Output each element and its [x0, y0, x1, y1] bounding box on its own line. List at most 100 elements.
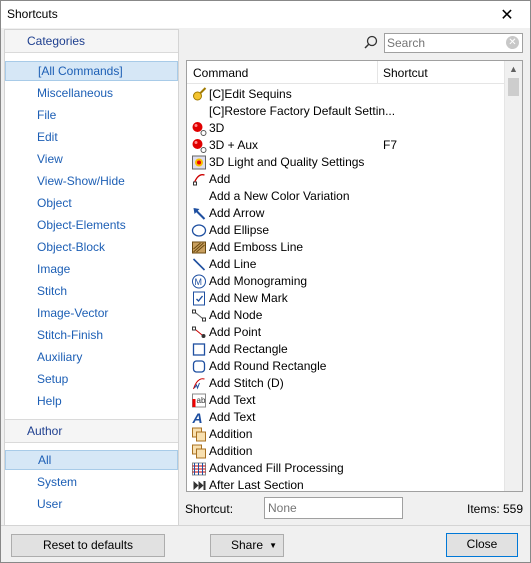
command-row[interactable]: After Last Section	[187, 477, 505, 492]
title-bar: Shortcuts ✕	[1, 1, 530, 28]
command-row[interactable]: Add a New Color Variation	[187, 188, 505, 205]
command-row[interactable]: A Add Text	[187, 409, 505, 426]
share-button[interactable]: Share ▼	[210, 534, 284, 557]
author-item[interactable]: System	[5, 472, 178, 492]
category-item[interactable]: Help	[5, 391, 178, 411]
dropdown-arrow-icon[interactable]: ▼	[269, 535, 277, 556]
ellipse-icon	[191, 224, 207, 237]
author-header: Author	[5, 419, 178, 443]
category-item[interactable]: [All Commands]	[5, 61, 178, 81]
command-row[interactable]: 3D	[187, 120, 505, 137]
author-item[interactable]: All	[5, 450, 178, 470]
command-row[interactable]: Add Round Rectangle	[187, 358, 505, 375]
shortcut-field[interactable]	[264, 497, 403, 519]
command-row[interactable]: Add Stitch (D)	[187, 375, 505, 392]
reset-defaults-button[interactable]: Reset to defaults	[11, 534, 165, 557]
category-label: View	[37, 152, 63, 166]
shortcuts-dialog: Shortcuts ✕ Categories [All Commands] Mis…	[0, 0, 531, 563]
skip-end-icon	[193, 481, 206, 490]
fill-processing-icon	[192, 462, 206, 476]
command-row[interactable]: Add Ellipse	[187, 222, 505, 239]
command-row[interactable]: 3D Light and Quality Settings	[187, 154, 505, 171]
vertical-scrollbar[interactable]: ▲	[504, 61, 522, 491]
svg-text:ab: ab	[197, 396, 206, 405]
command-name: Add Stitch (D)	[209, 376, 284, 390]
node-icon	[192, 309, 206, 322]
category-item[interactable]: Edit	[5, 127, 178, 147]
command-row[interactable]: Add Line	[187, 256, 505, 273]
command-row[interactable]: Add Node	[187, 307, 505, 324]
command-row[interactable]: 3D + Aux F7	[187, 137, 505, 154]
command-row[interactable]: Add Rectangle	[187, 341, 505, 358]
command-row[interactable]: Addition	[187, 426, 505, 443]
category-item[interactable]: Object-Elements	[5, 215, 178, 235]
command-row[interactable]: M Add Monograming	[187, 273, 505, 290]
category-item[interactable]: View-Show/Hide	[5, 171, 178, 191]
category-item[interactable]: Object	[5, 193, 178, 213]
red-ball-icon	[192, 139, 207, 153]
shortcut-label: Shortcut:	[185, 502, 234, 516]
footer: Reset to defaults Share ▼ Close	[1, 525, 530, 563]
scroll-thumb[interactable]	[508, 78, 519, 96]
command-row[interactable]: ab Add Text	[187, 392, 505, 409]
command-row[interactable]: Add Emboss Line	[187, 239, 505, 256]
author-item[interactable]: User	[5, 494, 178, 514]
category-item[interactable]: Image	[5, 259, 178, 279]
command-name: Add Arrow	[209, 206, 265, 220]
category-label: Object	[37, 196, 72, 210]
rectangle-icon	[192, 343, 206, 356]
command-row[interactable]: [C]Restore Factory Default Settin...	[187, 103, 505, 120]
command-row[interactable]: Add Arrow	[187, 205, 505, 222]
command-name: Add Monograming	[209, 274, 308, 288]
emboss-icon	[192, 241, 206, 254]
command-name: [C]Restore Factory Default Settin...	[209, 104, 396, 118]
command-row[interactable]: Advanced Fill Processing	[187, 460, 505, 477]
category-label: Setup	[37, 372, 69, 386]
command-row[interactable]: [C]Edit Sequins	[187, 86, 505, 103]
red-ball-icon	[192, 122, 207, 136]
category-label: Object-Block	[37, 240, 106, 254]
window-title: Shortcuts	[7, 7, 58, 21]
category-label: Help	[37, 394, 62, 408]
category-label: Stitch-Finish	[37, 328, 104, 342]
column-header-command[interactable]: Command	[193, 66, 248, 80]
category-item[interactable]: Image-Vector	[5, 303, 178, 323]
category-label: Image	[37, 262, 71, 276]
categories-header-label: Categories	[27, 34, 86, 48]
command-shortcut: F7	[383, 138, 398, 152]
command-name: After Last Section	[209, 478, 304, 492]
command-name: Addition	[209, 427, 253, 441]
command-name: Add Emboss Line	[209, 240, 304, 254]
category-item[interactable]: Object-Block	[5, 237, 178, 257]
column-divider[interactable]	[377, 61, 378, 83]
column-header-shortcut[interactable]: Shortcut	[383, 66, 428, 80]
search-field[interactable]: ✕	[384, 33, 523, 53]
scroll-up-icon[interactable]: ▲	[505, 61, 522, 78]
shortcut-input[interactable]	[265, 498, 401, 518]
svg-text:A: A	[192, 410, 203, 425]
clear-search-icon[interactable]: ✕	[506, 36, 519, 49]
category-item[interactable]: Miscellaneous	[5, 83, 178, 103]
command-row[interactable]: Add New Mark	[187, 290, 505, 307]
categories-header: Categories	[5, 30, 178, 53]
category-item[interactable]: Stitch	[5, 281, 178, 301]
close-button[interactable]: Close	[446, 533, 518, 557]
key-icon	[193, 87, 207, 101]
command-name: 3D + Aux	[209, 138, 259, 152]
category-item[interactable]: Stitch-Finish	[5, 325, 178, 345]
search-input[interactable]	[385, 34, 499, 52]
command-row[interactable]: Add	[187, 171, 505, 188]
category-item[interactable]: Setup	[5, 369, 178, 389]
close-window-button[interactable]: ✕	[484, 1, 530, 28]
author-label: System	[37, 475, 78, 489]
addition-icon	[192, 444, 206, 459]
monogram-icon: M	[192, 274, 206, 289]
category-item[interactable]: View	[5, 149, 178, 169]
category-item[interactable]: Auxiliary	[5, 347, 178, 367]
items-count: Items: 559	[467, 502, 524, 516]
category-item[interactable]: File	[5, 105, 178, 125]
command-name: Add Round Rectangle	[209, 359, 327, 373]
command-row[interactable]: Add Point	[187, 324, 505, 341]
command-row[interactable]: Addition	[187, 443, 505, 460]
category-label: Object-Elements	[37, 218, 126, 232]
